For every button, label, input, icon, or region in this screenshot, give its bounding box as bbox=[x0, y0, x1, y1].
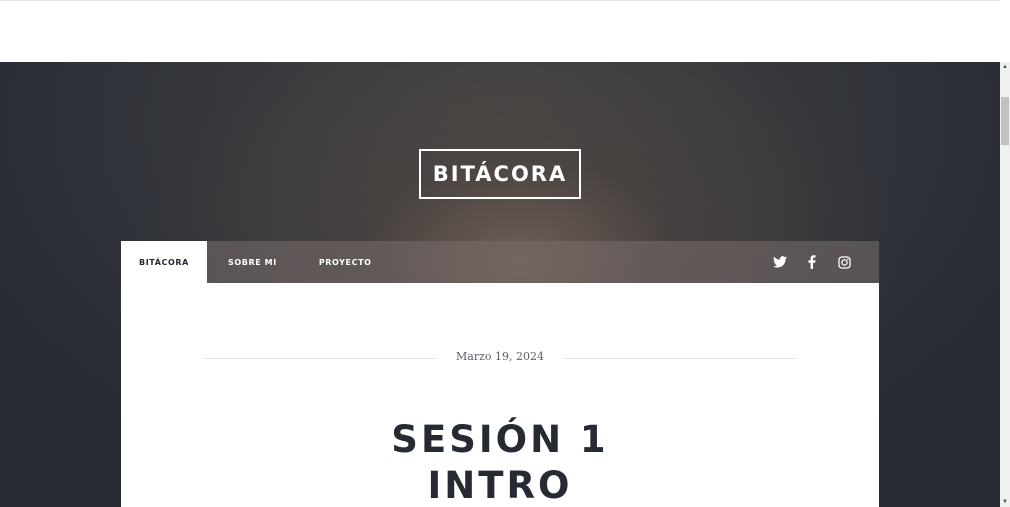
nav-item-bitacora[interactable]: BITÁCORA bbox=[121, 241, 207, 283]
site-title: BITÁCORA bbox=[432, 162, 568, 186]
page: BITÁCORA BITÁCORA SOBRE MI PROYECTO Marz… bbox=[0, 0, 1010, 507]
site-title-box[interactable]: BITÁCORA bbox=[419, 149, 581, 199]
date-divider-right bbox=[564, 358, 796, 359]
twitter-icon[interactable] bbox=[771, 253, 789, 271]
hero-header: BITÁCORA BITÁCORA SOBRE MI PROYECTO Marz… bbox=[0, 62, 1000, 507]
scrollbar-thumb[interactable] bbox=[1001, 97, 1009, 145]
post-date-row: Marzo 19, 2024 bbox=[204, 350, 796, 366]
nav-item-proyecto[interactable]: PROYECTO bbox=[298, 241, 393, 283]
instagram-icon[interactable] bbox=[835, 253, 853, 271]
scroll-down-arrow-icon[interactable]: ▼ bbox=[1000, 497, 1010, 507]
nav-item-sobre-mi[interactable]: SOBRE MI bbox=[207, 241, 298, 283]
scroll-up-arrow-icon[interactable]: ▲ bbox=[1000, 62, 1010, 72]
post-date: Marzo 19, 2024 bbox=[456, 350, 544, 363]
post-card: Marzo 19, 2024 SESIÓN 1 INTRO bbox=[121, 283, 879, 507]
post-title-line2: INTRO bbox=[427, 464, 573, 507]
top-strip bbox=[0, 0, 1000, 63]
post-title[interactable]: SESIÓN 1 INTRO bbox=[121, 417, 879, 507]
post-title-line1: SESIÓN 1 bbox=[391, 418, 609, 461]
facebook-icon[interactable] bbox=[803, 253, 821, 271]
social-links bbox=[771, 253, 879, 271]
main-nav: BITÁCORA SOBRE MI PROYECTO bbox=[121, 241, 879, 283]
vertical-scrollbar[interactable]: ▲ ▼ bbox=[1000, 62, 1010, 507]
